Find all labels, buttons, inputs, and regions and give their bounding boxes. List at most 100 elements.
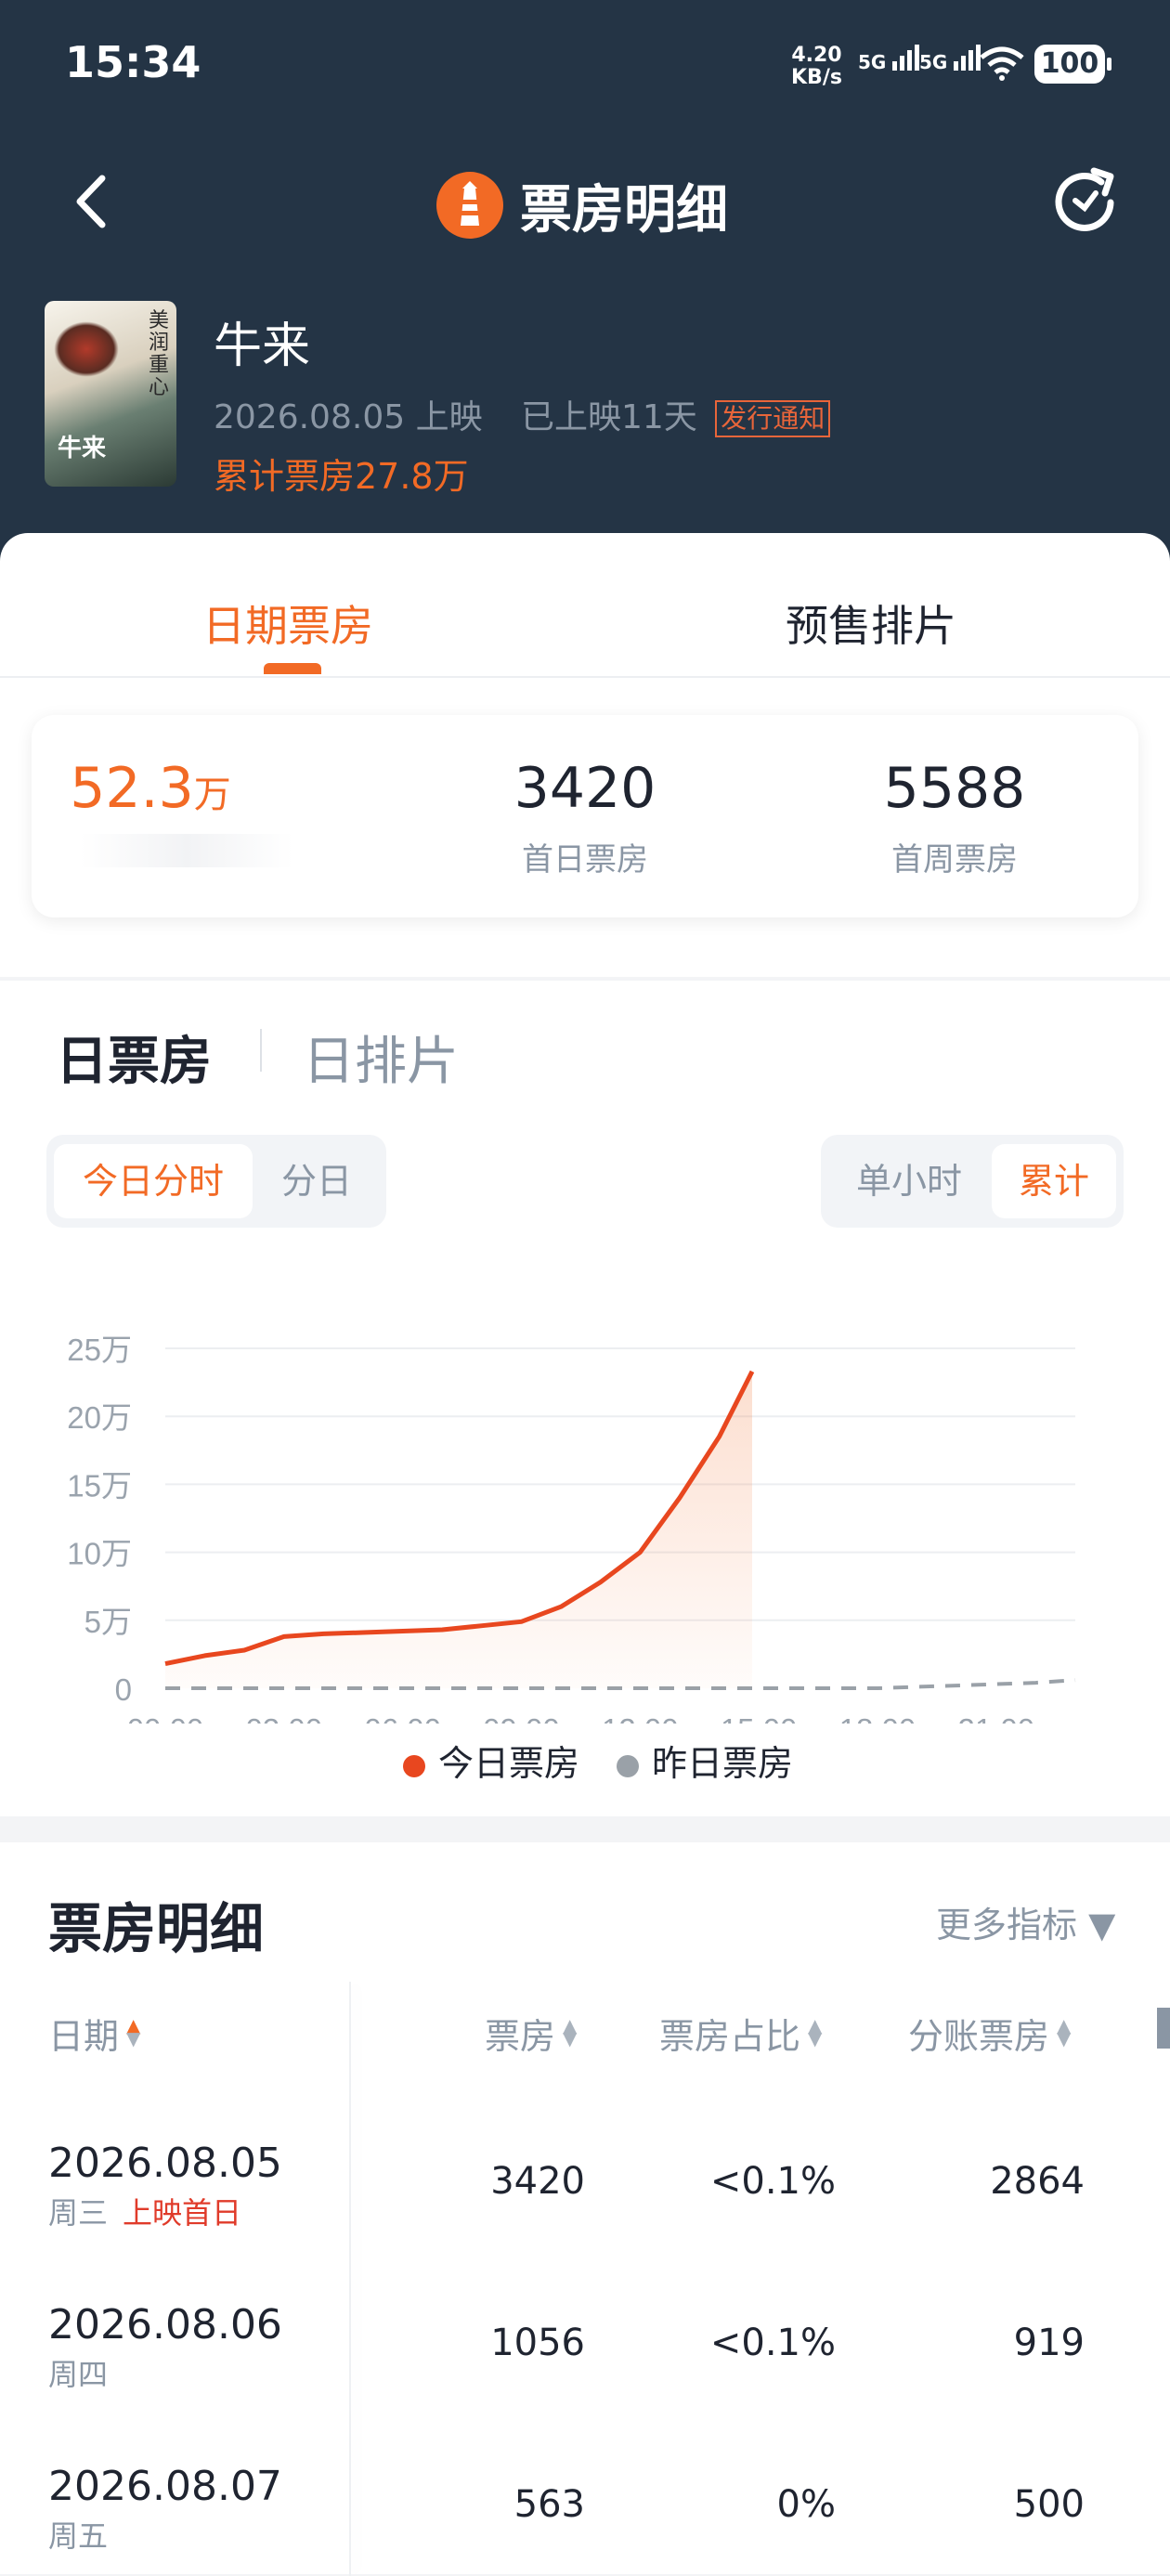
x-tick-label: 21:00 [957,1712,1034,1724]
y-tick-label: 20万 [67,1400,132,1435]
detail-title: 票房明细 [48,1897,265,1960]
signal-icon-2: 5G [919,43,982,73]
stat-first-week: 5588 首周票房 [797,756,1112,879]
tab-presale-schedule[interactable]: 预售排片 [786,592,956,654]
notice-tag[interactable]: 发行通知 [715,400,831,437]
total-box-office: 累计票房27.8万 [214,456,469,497]
y-tick-label: 10万 [67,1537,132,1571]
lighthouse-logo-icon [436,172,503,239]
detail-section: 票房明细 更多指标 ▼ 日期▲▼ 票房▲▼ 票房占比▲▼ 分账票房▲▼ ▌ 20… [0,1842,1170,2576]
poster-name: 牛来 [58,435,107,462]
row-weekday: 周五 [48,2513,123,2556]
col-header-date[interactable]: 日期 ▲ ▼ [48,2008,140,2059]
movie-poster[interactable]: 美润重心 牛来 [45,301,176,487]
tab-indicator [264,663,321,674]
sort-icon: ▲ ▼ [808,2014,823,2049]
back-arrow-icon[interactable] [61,169,126,234]
today-box-office: 52.3万 [58,756,243,821]
release-date: 2026.08.05 上映 [214,398,483,436]
row-split: 919 [1013,2322,1085,2364]
seg-today-hourly[interactable]: 今日分时 [54,1144,253,1218]
chart-legend: 今日票房 昨日票房 [0,1735,1170,1786]
daily-section: 日票房 日排片 今日分时 分日 单小时 累计 0 5万 10万 15万 20万 25万 00… [0,981,1170,1816]
legend-yesterday[interactable]: 昨日票房 [652,1743,793,1784]
table-row[interactable]: 2026.08.05 周三 上映首日 3420 <0.1% 2864 [0,2140,1170,2270]
y-tick-label: 5万 [84,1605,132,1639]
signal-icon: 5G [858,43,920,73]
refresh-icon[interactable] [1047,163,1122,238]
row-box: 563 [514,2483,585,2526]
summary-card: 日期票房 预售排片 52.3万 3420 首日票房 5588 首周票房 [0,533,1170,977]
nav-title: 票房明细 [436,163,728,247]
first-week-label: 首周票房 [891,841,1018,878]
battery-icon: 100 [1034,45,1112,84]
col-header-split[interactable]: 分账票房 ▲ ▼ [908,2008,1071,2059]
status-bar: 15:34 4.20 KB/s 5G 5G 100 [0,0,1170,130]
seg-cumulative[interactable]: 累计 [992,1144,1116,1218]
signal-bars-icon [954,45,982,71]
lighthouse-icon [461,181,479,226]
x-tick-label: 00:00 [127,1712,204,1724]
main-tabs: 日期票房 预售排片 [0,533,1170,678]
col-date-label: 日期 [48,2016,120,2057]
sort-icon: ▲ ▼ [563,2014,578,2049]
today-value: 52.3 [70,756,194,821]
network-speed: 4.20 KB/s [791,45,842,89]
x-tick-label: 15:00 [721,1712,798,1724]
x-tick-label: 09:00 [483,1712,560,1724]
tab-date-box-office[interactable]: 日期票房 [202,592,373,654]
legend-dot-today [402,1755,425,1777]
first-week-value: 5588 [883,756,1026,821]
time-mode-toggle: 今日分时 分日 [46,1135,386,1228]
weekday-text: 周五 [48,2518,109,2554]
table-row[interactable]: 2026.08.07 周五 563 0% 500 [0,2463,1170,2574]
stat-today: 52.3万 [58,756,243,821]
movie-title: 牛来 [214,319,311,374]
divider [260,1029,262,1072]
net-speed-unit: KB/s [791,66,842,89]
legend-today[interactable]: 今日票房 [438,1743,579,1784]
blurred-label [80,834,293,867]
col-header-clipped: ▌ [1157,2008,1170,2049]
movie-info: 美润重心 牛来 牛来 2026.08.05 上映 已上映11天 发行通知 累计票… [45,301,1140,497]
status-time: 15:34 [65,37,202,87]
box-office-chart[interactable]: 0 5万 10万 15万 20万 25万 00:00 03:00 06:00 09:00 12:00… [0,1250,1170,1724]
tab-daily-schedule[interactable]: 日排片 [303,1020,459,1095]
x-tick-label: 18:00 [839,1712,916,1724]
value-mode-toggle: 单小时 累计 [821,1135,1124,1228]
signal-label: 5G [858,51,887,73]
row-share: <0.1% [709,2160,836,2203]
row-share: <0.1% [709,2322,836,2364]
row-weekday: 周三 上映首日 [48,2190,241,2232]
table-row[interactable]: 2026.08.06 周四 1056 <0.1% 919 [0,2301,1170,2431]
signal-bars-icon [892,45,920,71]
col-split-label: 分账票房 [908,2016,1050,2057]
tab-daily-box[interactable]: 日票房 [56,1020,212,1095]
header: 15:34 4.20 KB/s 5G 5G 100 票房明细 美润重心 牛来 牛… [0,0,1170,594]
x-tick-label: 03:00 [246,1712,323,1724]
y-tick-label: 0 [115,1672,132,1707]
days-released: 已上映11天 [521,398,697,436]
row-date: 2026.08.06 [48,2301,282,2348]
col-share-label: 票房占比 [659,2016,801,2057]
row-split: 2864 [990,2160,1085,2203]
seg-single-hour[interactable]: 单小时 [828,1144,990,1218]
poster-title: 美润重心 [149,309,170,399]
x-tick-label: 12:00 [602,1712,679,1724]
series-area-today [165,1371,752,1688]
page-title: 票房明细 [520,179,728,241]
poster-art [54,321,119,377]
row-split: 500 [1013,2483,1085,2526]
col-header-box[interactable]: 票房 ▲ ▼ [485,2008,577,2059]
more-metrics-button[interactable]: 更多指标 ▼ [936,1896,1115,1947]
sort-icon: ▲ ▼ [1057,2014,1072,2049]
seg-by-day[interactable]: 分日 [256,1144,377,1218]
stats-card: 52.3万 3420 首日票房 5588 首周票房 [32,715,1138,917]
row-date: 2026.08.07 [48,2463,282,2510]
y-tick-label: 25万 [67,1333,132,1367]
release-flag: 上映首日 [123,2195,242,2231]
first-day-label: 首日票房 [522,841,648,878]
today-unit: 万 [193,774,231,816]
net-speed-value: 4.20 [791,44,842,67]
col-header-share[interactable]: 票房占比 ▲ ▼ [659,2008,822,2059]
